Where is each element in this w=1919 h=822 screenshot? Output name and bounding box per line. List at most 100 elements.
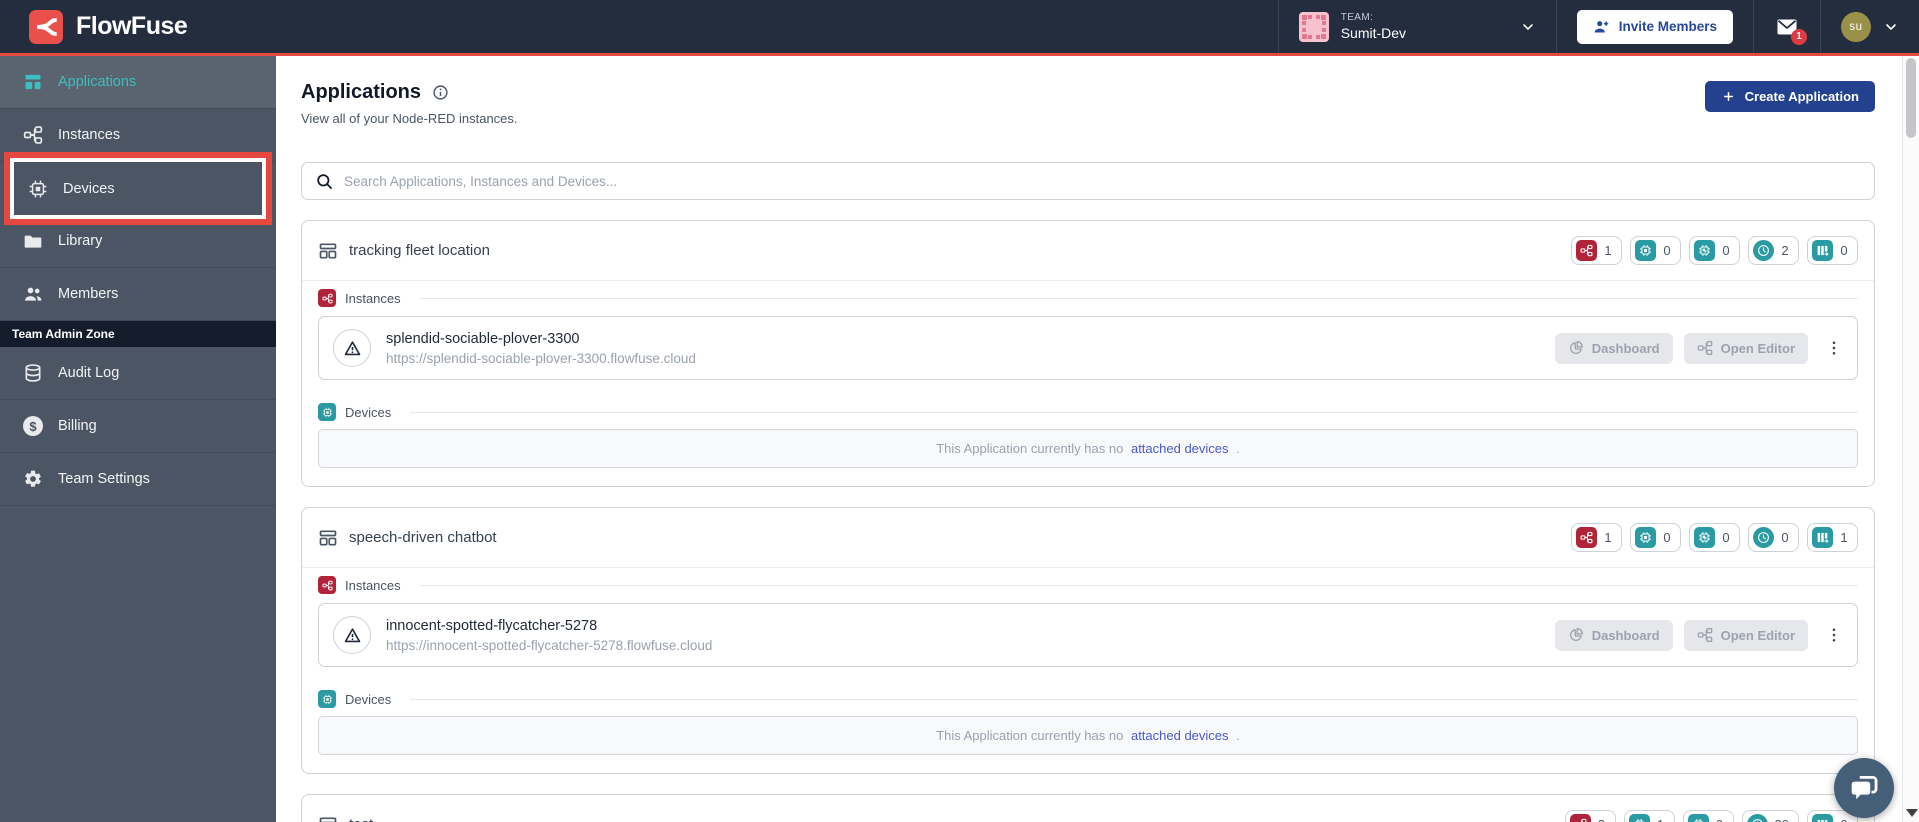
instances-count-badge: 3 — [1564, 810, 1616, 822]
top-header: FlowFuse TEAM: Sumit-Dev Invite Members — [0, 0, 1919, 53]
database-icon — [23, 363, 43, 383]
instances-icon — [318, 576, 336, 594]
instance-name: innocent-spotted-flycatcher-5278 — [386, 617, 598, 634]
pipelines-count-badge: 1 — [1807, 523, 1858, 552]
plus-icon — [1721, 89, 1736, 104]
attached-devices-link[interactable]: attached devices — [1131, 441, 1229, 456]
instances-section-header: Instances — [302, 568, 1874, 600]
instance-url: https://innocent-spotted-flycatcher-5278… — [386, 637, 713, 653]
dashboard-button[interactable]: Dashboard — [1554, 619, 1673, 651]
users-icon — [23, 284, 43, 304]
sidebar-item-devices[interactable]: Devices — [14, 162, 262, 215]
snapshots-count-badge: 2 — [1748, 236, 1799, 265]
sidebar-item-billing[interactable]: $ Billing — [0, 400, 276, 453]
create-application-button[interactable]: Create Application — [1704, 81, 1875, 112]
devices-count-badge: 0 — [1630, 523, 1681, 552]
application-stats: 1 0 0 0 1 — [1571, 523, 1858, 552]
clock-icon — [1753, 240, 1774, 261]
sidebar: Applications Instances Devices Library M… — [0, 56, 276, 822]
divider — [419, 584, 1858, 586]
application-icon — [318, 815, 338, 822]
snapshots-count-badge: 20 — [1741, 810, 1799, 822]
application-link[interactable]: speech-driven chatbot — [318, 528, 497, 548]
sidebar-item-label: Devices — [63, 180, 115, 197]
main-content: Applications View all of your Node-RED i… — [276, 56, 1919, 822]
chip-icon — [318, 403, 336, 421]
instances-count-badge: 1 — [1571, 236, 1622, 265]
chip-icon — [28, 179, 48, 199]
sidebar-item-team-settings[interactable]: Team Settings — [0, 453, 276, 506]
devices-section-header: Devices — [302, 395, 1874, 427]
row-menu-button[interactable] — [1825, 626, 1843, 644]
user-menu[interactable]: su — [1820, 0, 1919, 53]
device-groups-count-badge: 0 — [1689, 236, 1740, 265]
notifications-button[interactable]: 1 — [1774, 15, 1807, 45]
notifications-section: 1 — [1753, 0, 1820, 53]
sidebar-item-instances[interactable]: Instances — [0, 109, 276, 162]
divider — [410, 698, 1858, 700]
chip-icon — [1635, 527, 1656, 548]
sidebar-item-label: Audit Log — [58, 365, 120, 381]
attached-devices-link[interactable]: attached devices — [1131, 728, 1229, 743]
node-graph-icon — [1697, 627, 1713, 643]
sidebar-item-applications[interactable]: Applications — [0, 56, 276, 109]
application-link[interactable]: test — [318, 815, 373, 822]
pipelines-count-badge: 0 — [1807, 236, 1858, 265]
instances-section-header: Instances — [302, 281, 1874, 313]
invite-section: Invite Members — [1555, 0, 1753, 53]
application-name: test — [349, 816, 373, 822]
divider — [419, 297, 1858, 299]
team-name: Sumit-Dev — [1340, 25, 1407, 41]
application-card: speech-driven chatbot 1 0 0 0 1 Instance… — [301, 507, 1875, 774]
chip-stack-icon — [1694, 527, 1715, 548]
team-admin-zone-header: Team Admin Zone — [0, 321, 276, 347]
search-input[interactable] — [344, 173, 1861, 189]
dashboard-button[interactable]: Dashboard — [1554, 332, 1673, 364]
sidebar-item-label: Team Settings — [58, 471, 150, 487]
brand[interactable]: FlowFuse — [0, 0, 188, 53]
no-devices-notice: This Application currently has no attach… — [318, 716, 1858, 755]
application-name: speech-driven chatbot — [349, 529, 497, 546]
scrollbar-thumb[interactable] — [1906, 58, 1916, 138]
page-subtitle: View all of your Node-RED instances. — [301, 111, 518, 126]
chip-icon — [318, 690, 336, 708]
pie-chart-icon — [1568, 340, 1584, 356]
device-groups-count-badge: 0 — [1682, 810, 1734, 822]
pipeline-icon — [1812, 814, 1833, 822]
brand-name: FlowFuse — [76, 12, 188, 40]
sidebar-item-library[interactable]: Library — [0, 215, 276, 268]
instance-url: https://splendid-sociable-plover-3300.fl… — [386, 350, 696, 366]
flowfuse-logo-icon — [29, 9, 63, 44]
chevron-down-icon[interactable] — [1520, 19, 1536, 35]
instance-row[interactable]: splendid-sociable-plover-3300 https://sp… — [318, 316, 1858, 380]
application-icon — [318, 528, 338, 548]
instance-row[interactable]: innocent-spotted-flycatcher-5278 https:/… — [318, 603, 1858, 667]
chat-widget-button[interactable] — [1834, 758, 1894, 818]
folder-icon — [23, 231, 43, 251]
instance-name: splendid-sociable-plover-3300 — [386, 330, 580, 347]
sidebar-item-members[interactable]: Members — [0, 268, 276, 321]
devices-count-badge: 0 — [1630, 236, 1681, 265]
sidebar-item-label: Members — [58, 286, 119, 302]
sidebar-item-audit-log[interactable]: Audit Log — [0, 347, 276, 400]
search-icon — [315, 172, 334, 191]
chip-stack-icon — [1687, 814, 1709, 822]
pie-chart-icon — [1568, 627, 1584, 643]
dollar-icon: $ — [23, 416, 43, 436]
instance-status-icon — [333, 329, 371, 367]
application-link[interactable]: tracking fleet location — [318, 241, 490, 261]
chip-stack-icon — [1694, 240, 1715, 261]
instances-icon — [23, 125, 43, 145]
instances-count-badge: 1 — [1571, 523, 1622, 552]
row-menu-button[interactable] — [1825, 339, 1843, 357]
scrollbar-down-arrow[interactable] — [1906, 809, 1918, 817]
pipeline-icon — [1812, 527, 1833, 548]
open-editor-button[interactable]: Open Editor — [1683, 619, 1808, 651]
scrollbar-track[interactable] — [1902, 56, 1919, 822]
open-editor-button[interactable]: Open Editor — [1683, 332, 1808, 364]
info-icon[interactable] — [432, 84, 449, 101]
devices-count-badge: 1 — [1623, 810, 1675, 822]
invite-members-button[interactable]: Invite Members — [1576, 9, 1733, 44]
team-avatar — [1299, 12, 1329, 42]
team-selector[interactable]: TEAM: Sumit-Dev — [1277, 0, 1556, 53]
